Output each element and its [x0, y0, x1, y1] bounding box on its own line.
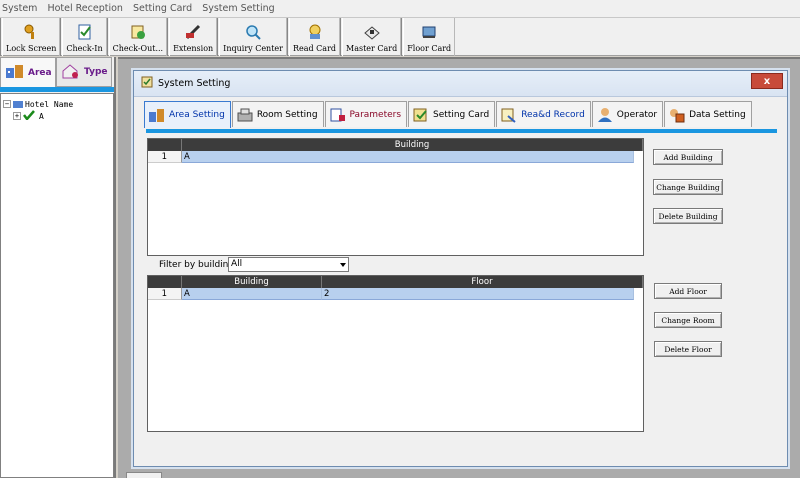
tab-setting-card[interactable]: Setting Card — [408, 101, 496, 127]
delete-building-button[interactable]: Delete Building — [653, 208, 723, 224]
checkout-icon — [129, 23, 147, 41]
check-out-button[interactable]: Check-Out... — [110, 18, 168, 56]
tab-operator[interactable]: Operator — [591, 101, 664, 127]
master-card-icon — [363, 23, 381, 41]
menu-bar: System Hotel Reception Setting Card Syst… — [0, 0, 800, 18]
menu-setting-card[interactable]: Setting Card — [133, 3, 192, 14]
menu-system[interactable]: System — [2, 3, 37, 14]
settings-icon — [141, 76, 153, 91]
row-number: 1 — [148, 288, 182, 300]
row-number-header — [148, 276, 182, 288]
row-number: 1 — [148, 151, 182, 163]
filter-value: All — [231, 259, 243, 269]
operator-icon — [596, 106, 614, 124]
filter-label: Filter by building: — [159, 260, 238, 270]
tree-node-root[interactable]: − Hotel Name — [3, 98, 111, 110]
data-setting-icon — [668, 106, 686, 124]
read-record-icon — [500, 106, 518, 124]
menu-hotel-reception[interactable]: Hotel Reception — [47, 3, 123, 14]
column-header-floor[interactable]: Floor — [322, 276, 643, 288]
tab-accent-bar — [146, 129, 777, 133]
cell-building[interactable]: A — [182, 151, 634, 163]
left-panel: Area Type − Hotel Name + A — [0, 57, 116, 478]
tab-data-setting[interactable]: Data Setting — [664, 101, 752, 127]
change-room-button[interactable]: Change Room — [654, 312, 722, 328]
chevron-down-icon[interactable] — [340, 263, 346, 267]
mdi-window-tab[interactable] — [126, 472, 162, 478]
parameters-icon — [329, 106, 347, 124]
row-number-header — [148, 139, 182, 151]
grid-header: Building — [148, 139, 643, 151]
read-card-button[interactable]: Read Card — [290, 18, 341, 56]
grid-header: Building Floor — [148, 276, 643, 288]
tab-parameters[interactable]: Parameters — [324, 101, 408, 127]
extension-icon — [184, 23, 202, 41]
column-header-building[interactable]: Building — [182, 139, 643, 151]
lock-screen-button[interactable]: Lock Screen — [3, 18, 61, 56]
add-floor-button[interactable]: Add Floor — [654, 283, 722, 299]
master-card-button[interactable]: Master Card — [343, 18, 402, 56]
type-icon — [61, 63, 81, 82]
tab-area[interactable]: Area — [0, 57, 56, 87]
dialog-title: System Setting — [158, 78, 231, 89]
building-filter-select[interactable]: All — [228, 257, 349, 272]
cell-building[interactable]: A — [182, 288, 322, 300]
building-icon — [13, 99, 23, 110]
close-button[interactable]: x — [751, 73, 783, 89]
tab-area-setting[interactable]: Area Setting — [144, 101, 231, 128]
dialog-tabs: Area Setting Room Setting Parameters Set… — [144, 101, 753, 128]
cell-floor[interactable]: 2 — [322, 288, 634, 300]
magnifier-icon — [244, 23, 262, 41]
read-card-icon — [306, 23, 324, 41]
left-panel-accent-bar — [0, 87, 114, 92]
checkin-icon — [76, 23, 94, 41]
inquiry-center-button[interactable]: Inquiry Center — [220, 18, 287, 56]
floors-grid[interactable]: Building Floor 1 A 2 — [147, 275, 644, 432]
area-setting-icon — [148, 106, 166, 124]
check-in-button[interactable]: Check-In — [63, 18, 107, 56]
column-header-building[interactable]: Building — [182, 276, 322, 288]
extension-button[interactable]: Extension — [170, 18, 218, 56]
dialog-title-bar[interactable]: System Setting — [134, 71, 787, 97]
add-building-button[interactable]: Add Building — [653, 149, 723, 165]
delete-floor-button[interactable]: Delete Floor — [654, 341, 722, 357]
setting-card-icon — [412, 106, 430, 124]
tab-type[interactable]: Type — [56, 57, 112, 87]
buildings-grid[interactable]: Building 1 A — [147, 138, 644, 256]
key-icon — [22, 23, 40, 41]
check-icon — [23, 110, 35, 122]
tree-node-child[interactable]: + A — [3, 110, 111, 122]
room-setting-icon — [236, 106, 254, 124]
expand-icon[interactable]: + — [13, 112, 21, 120]
table-row[interactable]: 1 A — [148, 151, 643, 163]
change-building-button[interactable]: Change Building — [653, 179, 723, 195]
area-icon — [5, 63, 25, 82]
floor-card-button[interactable]: Floor Card — [404, 18, 456, 56]
area-tree[interactable]: − Hotel Name + A — [0, 93, 114, 478]
floor-card-icon — [420, 23, 438, 41]
menu-system-setting[interactable]: System Setting — [202, 3, 274, 14]
tab-room-setting[interactable]: Room Setting — [231, 101, 324, 127]
tab-read-record[interactable]: Rea&d Record — [496, 101, 591, 127]
table-row[interactable]: 1 A 2 — [148, 288, 643, 300]
collapse-icon[interactable]: − — [3, 100, 11, 108]
left-panel-tabs: Area Type — [0, 57, 114, 87]
toolbar: Lock Screen Check-In Check-Out... Extens… — [0, 18, 800, 56]
